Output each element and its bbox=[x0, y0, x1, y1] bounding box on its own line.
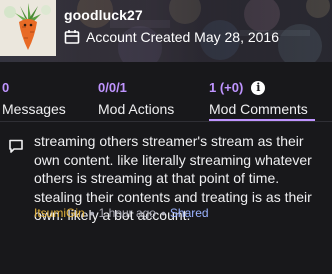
mod-actions-label: Mod Actions bbox=[98, 101, 175, 117]
meta-separator: • bbox=[89, 205, 95, 221]
account-created-row: Account Created May 28, 2016 bbox=[64, 27, 279, 47]
mod-comments-count-row: 1 (+0) i bbox=[209, 80, 308, 96]
avatar[interactable] bbox=[0, 0, 56, 56]
account-created-text: Account Created May 28, 2016 bbox=[86, 29, 280, 45]
profile-header: goodluck27 Account Created May 28, 2016 bbox=[0, 0, 332, 62]
comment-meta: ItsumiGin • 1 hour ago • Shared bbox=[34, 205, 209, 221]
comment-visibility: Shared bbox=[169, 206, 209, 220]
avatar-carrot-image bbox=[0, 0, 56, 56]
tab-mod-actions[interactable]: 0/0/1 Mod Actions bbox=[98, 80, 174, 117]
tab-mod-comments[interactable]: 1 (+0) i Mod Comments bbox=[209, 80, 308, 117]
mod-actions-count: 0/0/1 bbox=[98, 80, 127, 95]
meta-separator: • bbox=[160, 205, 166, 221]
tab-messages[interactable]: 0 Messages bbox=[2, 80, 66, 117]
mod-comments-label: Mod Comments bbox=[209, 101, 308, 117]
calendar-icon bbox=[64, 30, 80, 44]
comment-author[interactable]: ItsumiGin bbox=[34, 206, 85, 220]
info-icon[interactable]: i bbox=[251, 81, 266, 95]
username[interactable]: goodluck27 bbox=[64, 7, 143, 23]
messages-label: Messages bbox=[2, 101, 66, 117]
tabs-divider bbox=[0, 121, 332, 122]
comment-icon bbox=[9, 139, 23, 153]
comment-timestamp: 1 hour ago bbox=[98, 206, 156, 220]
mod-comments-count: 1 (+0) bbox=[209, 80, 244, 95]
mod-card: goodluck27 Account Created May 28, 2016 … bbox=[0, 0, 332, 274]
messages-count: 0 bbox=[2, 80, 10, 95]
active-tab-indicator bbox=[209, 119, 315, 121]
